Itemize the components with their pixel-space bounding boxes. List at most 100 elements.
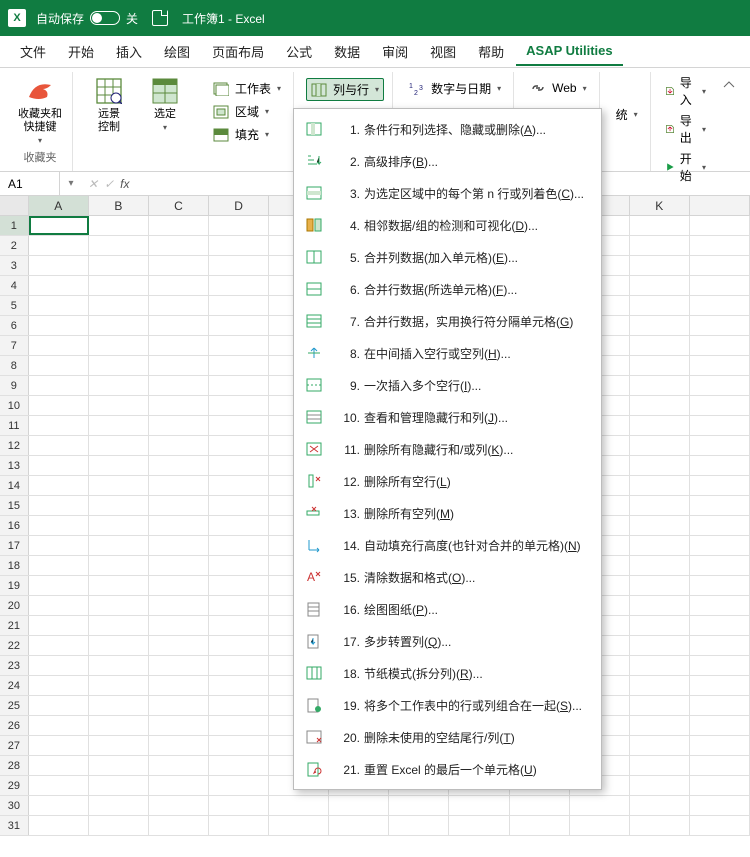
- cell[interactable]: [29, 776, 89, 795]
- menu-item-6[interactable]: 6.合并行数据(所选单元格)(F)...: [294, 273, 601, 305]
- cell[interactable]: [630, 456, 690, 475]
- cell[interactable]: [690, 596, 750, 615]
- cell[interactable]: [149, 576, 209, 595]
- cell[interactable]: [209, 576, 269, 595]
- cell[interactable]: [630, 556, 690, 575]
- cell[interactable]: [690, 236, 750, 255]
- save-icon[interactable]: [152, 10, 168, 26]
- import-button[interactable]: 导入▾: [665, 74, 706, 108]
- cell[interactable]: [89, 796, 149, 815]
- cell[interactable]: [690, 656, 750, 675]
- tab-开始[interactable]: 开始: [58, 36, 104, 67]
- cell[interactable]: [149, 396, 209, 415]
- select-all-corner[interactable]: [0, 196, 29, 215]
- menu-item-2[interactable]: 2.高级排序(B)...: [294, 145, 601, 177]
- cell[interactable]: [149, 516, 209, 535]
- menu-item-1[interactable]: 1.条件行和列选择、隐藏或删除(A)...: [294, 113, 601, 145]
- cell[interactable]: [209, 496, 269, 515]
- cell[interactable]: [209, 456, 269, 475]
- autosave-toggle[interactable]: 自动保存 关: [36, 10, 138, 27]
- cell[interactable]: [149, 616, 209, 635]
- cell[interactable]: [209, 416, 269, 435]
- cell[interactable]: [149, 596, 209, 615]
- tab-页面布局[interactable]: 页面布局: [202, 36, 274, 67]
- cell[interactable]: [149, 336, 209, 355]
- cell[interactable]: [209, 716, 269, 735]
- cell[interactable]: [630, 536, 690, 555]
- cell[interactable]: [690, 356, 750, 375]
- cell[interactable]: [209, 356, 269, 375]
- menu-item-4[interactable]: 4.相邻数据/组的检测和可视化(D)...: [294, 209, 601, 241]
- cell[interactable]: [690, 436, 750, 455]
- cell[interactable]: [690, 216, 750, 235]
- row-header[interactable]: 28: [0, 756, 29, 775]
- menu-item-10[interactable]: 10.查看和管理隐藏行和列(J)...: [294, 401, 601, 433]
- cell[interactable]: [89, 336, 149, 355]
- cell[interactable]: [29, 256, 89, 275]
- cell[interactable]: [449, 816, 509, 835]
- favorites-button[interactable]: 收藏夹和 快捷键 ▾: [16, 74, 64, 147]
- cell[interactable]: [29, 216, 89, 235]
- cell[interactable]: [29, 516, 89, 535]
- cell[interactable]: [630, 416, 690, 435]
- menu-item-15[interactable]: A15.清除数据和格式(O)...: [294, 561, 601, 593]
- cell[interactable]: [149, 816, 209, 835]
- web-menu[interactable]: Web▾: [526, 78, 590, 98]
- cell[interactable]: [149, 756, 209, 775]
- tab-公式[interactable]: 公式: [276, 36, 322, 67]
- cell[interactable]: [690, 696, 750, 715]
- cell[interactable]: [29, 476, 89, 495]
- cell[interactable]: [209, 656, 269, 675]
- cell[interactable]: [690, 816, 750, 835]
- cell[interactable]: [29, 336, 89, 355]
- row-header[interactable]: 3: [0, 256, 29, 275]
- vision-control-button[interactable]: 远景 控制: [85, 74, 133, 136]
- cell[interactable]: [29, 536, 89, 555]
- cell[interactable]: [29, 376, 89, 395]
- row-header[interactable]: 8: [0, 356, 29, 375]
- menu-item-13[interactable]: 13.删除所有空列(M): [294, 497, 601, 529]
- cell[interactable]: [149, 556, 209, 575]
- row-header[interactable]: 18: [0, 556, 29, 575]
- row-header[interactable]: 16: [0, 516, 29, 535]
- cell[interactable]: [690, 516, 750, 535]
- cell[interactable]: [630, 236, 690, 255]
- menu-item-8[interactable]: 8.在中间插入空行或空列(H)...: [294, 337, 601, 369]
- row-header[interactable]: 15: [0, 496, 29, 515]
- cell[interactable]: [89, 576, 149, 595]
- cell[interactable]: [89, 236, 149, 255]
- cell[interactable]: [89, 396, 149, 415]
- cell[interactable]: [209, 816, 269, 835]
- cell[interactable]: [630, 776, 690, 795]
- cell[interactable]: [630, 816, 690, 835]
- cell[interactable]: [89, 716, 149, 735]
- column-header[interactable]: K: [630, 196, 690, 215]
- cell[interactable]: [29, 496, 89, 515]
- cell[interactable]: [209, 636, 269, 655]
- cell[interactable]: [149, 796, 209, 815]
- cell[interactable]: [690, 636, 750, 655]
- cell[interactable]: [149, 296, 209, 315]
- row-header[interactable]: 1: [0, 216, 29, 235]
- cell[interactable]: [690, 316, 750, 335]
- cell[interactable]: [89, 756, 149, 775]
- cell[interactable]: [630, 656, 690, 675]
- cell[interactable]: [690, 556, 750, 575]
- cell[interactable]: [149, 476, 209, 495]
- cell[interactable]: [269, 816, 329, 835]
- row-header[interactable]: 26: [0, 716, 29, 735]
- cell[interactable]: [329, 816, 389, 835]
- fill-menu[interactable]: 填充▾: [209, 124, 285, 145]
- cell[interactable]: [149, 416, 209, 435]
- row-header[interactable]: 11: [0, 416, 29, 435]
- cell[interactable]: [149, 236, 209, 255]
- cell[interactable]: [630, 316, 690, 335]
- name-box[interactable]: A1: [0, 172, 60, 195]
- cell[interactable]: [209, 736, 269, 755]
- menu-item-5[interactable]: 5.合并列数据(加入单元格)(E)...: [294, 241, 601, 273]
- cell[interactable]: [209, 776, 269, 795]
- cell[interactable]: [89, 516, 149, 535]
- column-header[interactable]: [690, 196, 750, 215]
- row-header[interactable]: 2: [0, 236, 29, 255]
- row-header[interactable]: 14: [0, 476, 29, 495]
